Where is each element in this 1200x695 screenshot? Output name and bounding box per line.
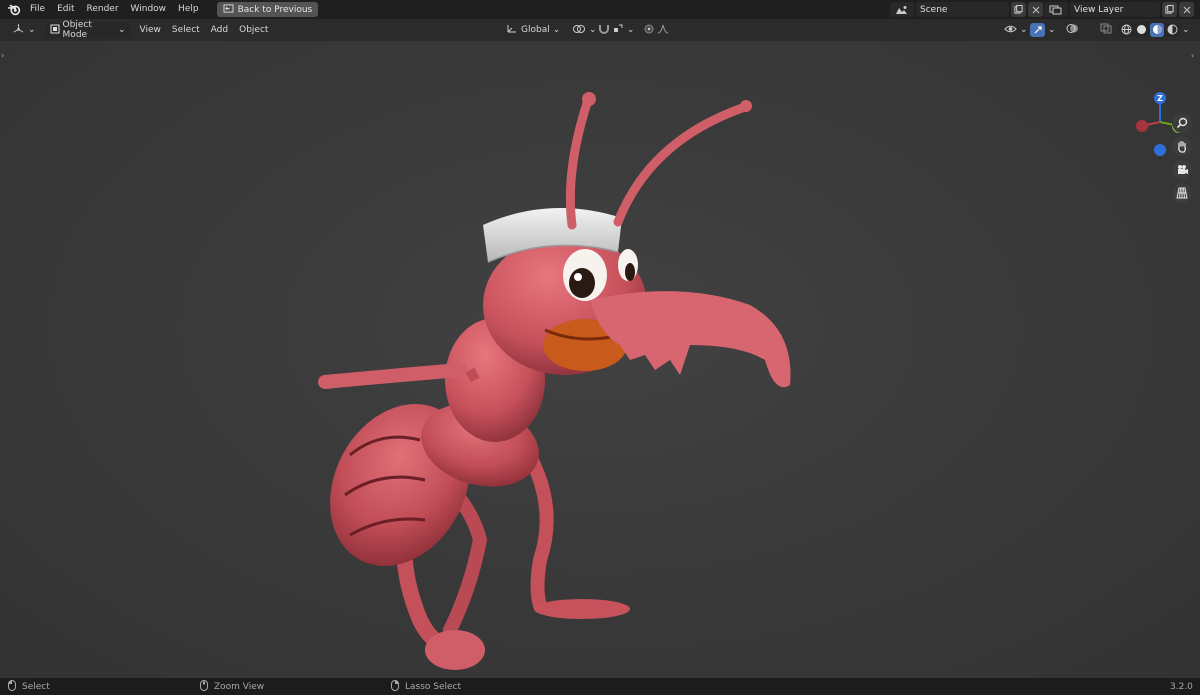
proportional-editing-icon bbox=[644, 24, 654, 37]
remove-view-layer-icon[interactable] bbox=[1179, 2, 1194, 17]
chevron-down-icon: ⌄ bbox=[627, 25, 635, 35]
mode-label: Object Mode bbox=[62, 20, 92, 40]
mouse-left-icon bbox=[8, 679, 16, 694]
overlays-icon bbox=[1066, 23, 1079, 37]
status-bar: Select Zoom View Lasso Select 3.2.0 bbox=[0, 678, 1200, 695]
chevron-down-icon: ⌄ bbox=[1182, 25, 1190, 35]
menu-edit[interactable]: Edit bbox=[51, 0, 80, 19]
remove-scene-icon[interactable] bbox=[1028, 2, 1043, 17]
back-icon bbox=[223, 3, 234, 16]
status-zoom-view-label: Zoom View bbox=[214, 681, 265, 692]
mouse-right-icon bbox=[391, 679, 399, 694]
gizmo-axis-z[interactable]: Z bbox=[1154, 92, 1166, 104]
shading-options-button[interactable]: ⌄ bbox=[1178, 23, 1194, 38]
transform-orientation-label: Global bbox=[521, 25, 550, 35]
chevron-down-icon: ⌄ bbox=[1048, 25, 1056, 35]
proportional-editing-toggle[interactable] bbox=[640, 23, 673, 38]
3d-viewport-icon bbox=[12, 23, 25, 37]
status-lasso-select: Lasso Select bbox=[391, 679, 462, 694]
gizmo-icon bbox=[1030, 23, 1045, 37]
wireframe-shading-icon[interactable] bbox=[1120, 23, 1133, 36]
shading-mode-group bbox=[1118, 22, 1181, 37]
falloff-icon bbox=[657, 24, 669, 37]
orientation-icon bbox=[506, 23, 518, 37]
back-to-previous-button[interactable]: Back to Previous bbox=[216, 2, 319, 17]
viewport-header: ⌄ Object Mode ⌄ View Select Add Object G… bbox=[0, 19, 1200, 41]
view-layer-name-field[interactable]: View Layer bbox=[1070, 2, 1160, 17]
status-lasso-select-label: Lasso Select bbox=[405, 681, 462, 692]
menu-file[interactable]: File bbox=[24, 0, 51, 19]
pivot-icon bbox=[572, 24, 586, 37]
solid-shading-icon[interactable] bbox=[1135, 23, 1148, 36]
chevron-down-icon: ⌄ bbox=[28, 25, 36, 35]
header-menu-select[interactable]: Select bbox=[168, 23, 204, 38]
eye-visibility-icon bbox=[1004, 24, 1017, 37]
grid-perspective-icon[interactable] bbox=[1172, 183, 1192, 203]
hand-pan-icon[interactable] bbox=[1172, 136, 1192, 156]
status-select: Select bbox=[8, 679, 50, 694]
chevron-down-icon: ⌄ bbox=[118, 25, 126, 35]
back-to-previous-label: Back to Previous bbox=[237, 4, 313, 15]
transform-orientation-selector[interactable]: Global ⌄ bbox=[502, 23, 564, 38]
status-select-label: Select bbox=[22, 681, 50, 692]
header-menu-object[interactable]: Object bbox=[235, 23, 272, 38]
material-preview-shading-icon[interactable] bbox=[1150, 22, 1164, 37]
magnet-icon bbox=[598, 23, 610, 37]
view-layer-icon[interactable] bbox=[1044, 2, 1068, 17]
status-zoom-view: Zoom View bbox=[200, 679, 265, 694]
scene-selector: Scene bbox=[890, 2, 1043, 17]
snap-target-icon bbox=[613, 23, 624, 37]
menu-window[interactable]: Window bbox=[125, 0, 173, 19]
menu-render[interactable]: Render bbox=[81, 0, 125, 19]
scene-icon[interactable] bbox=[890, 2, 914, 17]
menu-help[interactable]: Help bbox=[172, 0, 205, 19]
editor-type-button[interactable]: ⌄ bbox=[8, 23, 40, 38]
new-scene-icon[interactable] bbox=[1011, 2, 1026, 17]
overlays-toggle[interactable] bbox=[1062, 23, 1083, 38]
camera-icon[interactable] bbox=[1172, 159, 1192, 179]
xray-toggle[interactable] bbox=[1096, 23, 1116, 38]
gizmo-toggle[interactable]: ⌄ bbox=[1026, 23, 1060, 38]
3d-viewport[interactable]: › ‹ Z bbox=[0, 41, 1200, 678]
new-view-layer-icon[interactable] bbox=[1162, 2, 1177, 17]
xray-icon bbox=[1100, 23, 1112, 37]
chevron-down-icon: ⌄ bbox=[552, 25, 561, 35]
view-layer-selector: View Layer bbox=[1044, 2, 1194, 17]
top-bar: File Edit Render Window Help Back to Pre… bbox=[0, 0, 1200, 19]
ant-character-model[interactable] bbox=[0, 41, 1200, 678]
snap-toggle[interactable]: ⌄ bbox=[594, 23, 639, 38]
mouse-middle-icon bbox=[200, 679, 208, 694]
zoom-icon[interactable] bbox=[1172, 113, 1192, 133]
object-mode-icon bbox=[50, 24, 60, 37]
scene-name-field[interactable]: Scene bbox=[916, 2, 1009, 17]
mode-selector[interactable]: Object Mode ⌄ bbox=[45, 20, 130, 40]
header-menu-view[interactable]: View bbox=[136, 23, 165, 38]
header-menu-add[interactable]: Add bbox=[207, 23, 232, 38]
version-label: 3.2.0 bbox=[1170, 681, 1193, 692]
blender-logo-icon[interactable] bbox=[4, 0, 24, 19]
